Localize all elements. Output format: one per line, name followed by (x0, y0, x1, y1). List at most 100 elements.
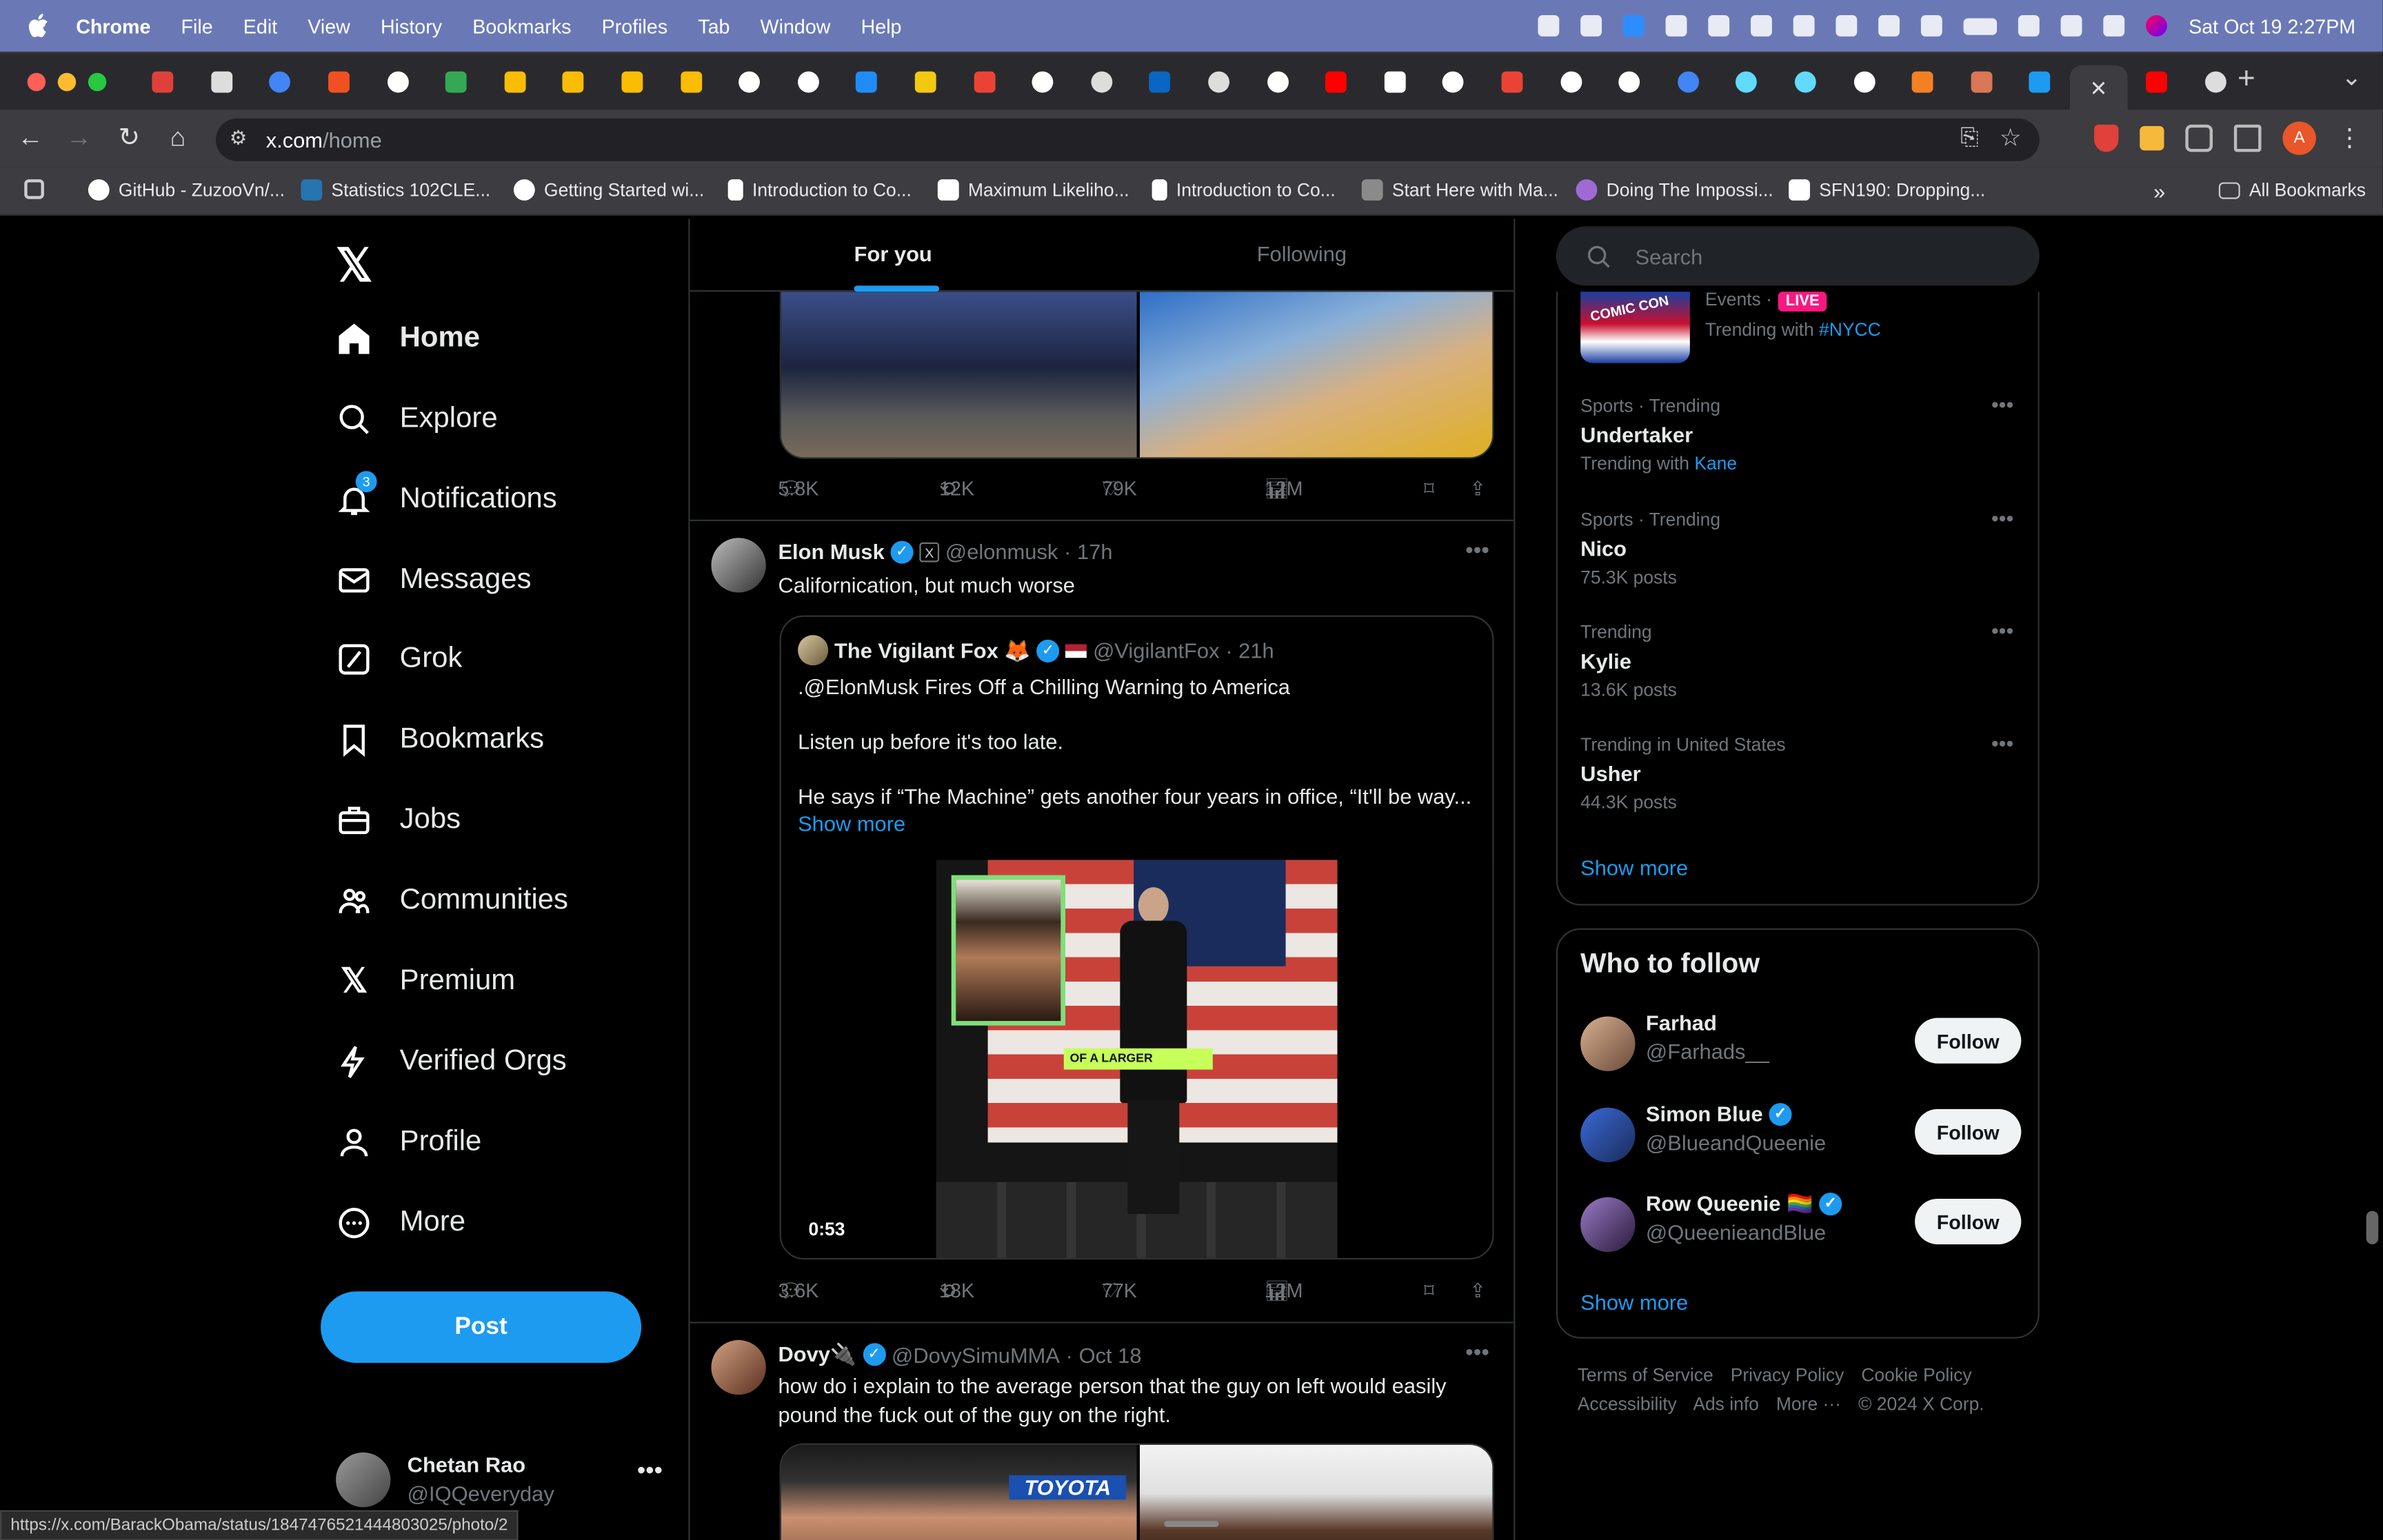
nav-premium[interactable]: 𝕏 Premium (334, 955, 515, 1007)
bookmark-icon[interactable]: ⌑ (1424, 477, 1434, 501)
bookmark-item[interactable]: Statistics 102CLE... (301, 179, 490, 201)
close-window-button[interactable] (27, 72, 46, 92)
profile-avatar[interactable]: A (2282, 121, 2316, 155)
author-handle[interactable]: @DovySimuMMA (892, 1342, 1060, 1366)
tweet-time[interactable]: · 17h (1064, 539, 1112, 563)
tweet-photo[interactable] (781, 292, 1137, 458)
footer-link[interactable]: Privacy Policy (1731, 1364, 1844, 1386)
nav-jobs[interactable]: Jobs (334, 795, 461, 847)
home-button-icon[interactable]: ⌂ (161, 121, 194, 154)
brave-shield-icon[interactable] (2094, 124, 2119, 152)
post-button[interactable]: Post (321, 1291, 642, 1363)
tab-following[interactable]: Following (1257, 241, 1347, 265)
more-dots-icon[interactable]: ••• (1991, 506, 2013, 530)
browser-tab[interactable] (134, 65, 192, 99)
menu-view[interactable]: View (308, 14, 350, 37)
footer-link[interactable]: Terms of Service (1578, 1364, 1713, 1386)
follow-button[interactable]: Follow (1915, 1108, 2022, 1155)
event-thumbnail[interactable]: COMIC CON (1580, 292, 1690, 363)
site-info-icon[interactable]: ⚙ (230, 126, 248, 150)
follow-suggestion[interactable]: Row Queenie 🏳️‍🌈 ✓ @QueenieandBlue Follow (1580, 1191, 2022, 1258)
status-app-icon[interactable] (1793, 15, 1815, 37)
status-app-icon[interactable] (1580, 15, 1602, 37)
apps-grid-icon[interactable] (24, 179, 44, 199)
more-dots-icon[interactable]: ••• (1465, 538, 1489, 563)
browser-tab[interactable] (1307, 65, 1365, 99)
bookmark-item[interactable]: Introduction to Co... (727, 179, 912, 201)
browser-tab[interactable] (721, 65, 779, 99)
share-icon[interactable]: ⇪ (1469, 1279, 1486, 1304)
zoom-window-button[interactable] (88, 72, 107, 92)
browser-tab[interactable] (661, 65, 720, 99)
tweet-media[interactable]: TOYOTA (779, 1443, 1494, 1540)
browser-tab[interactable] (779, 65, 838, 99)
tweet-time[interactable]: · Oct 18 (1066, 1342, 1142, 1366)
all-bookmarks-folder[interactable]: All Bookmarks (2218, 179, 2366, 201)
bookmark-item[interactable]: Getting Started wi... (513, 179, 704, 201)
event-trending[interactable]: Trending with #NYCC (1705, 319, 1881, 341)
x-logo-icon[interactable]: 𝕏 (336, 240, 372, 293)
browser-tab[interactable] (1776, 65, 1835, 99)
footer-link[interactable]: Ads info (1693, 1393, 1759, 1415)
browser-tab[interactable] (1718, 65, 1776, 99)
browser-tab[interactable] (1189, 65, 1248, 99)
bookmark-item[interactable]: Introduction to Co... (1152, 179, 1336, 201)
browser-tab[interactable] (896, 65, 955, 99)
quoted-tweet[interactable]: The Vigilant Fox 🦊 ✓ @VigilantFox · 21h … (779, 615, 1494, 1260)
menu-history[interactable]: History (381, 14, 442, 37)
footer-link[interactable]: Accessibility (1578, 1393, 1677, 1415)
share-icon[interactable]: ⇪ (1469, 477, 1486, 501)
more-dots-icon[interactable]: ••• (1991, 618, 2013, 642)
extensions-puzzle-icon[interactable] (2185, 124, 2213, 152)
browser-tab[interactable] (603, 65, 661, 99)
tab-for-you[interactable]: For you (854, 241, 932, 265)
tab-search-chevron-icon[interactable]: ⌄ (2341, 62, 2362, 92)
footer-link[interactable]: Cookie Policy (1861, 1364, 1971, 1386)
event-meta[interactable]: Events · LIVE (1705, 289, 1827, 312)
browser-tab[interactable] (1893, 65, 1952, 99)
nav-bookmarks[interactable]: Bookmarks (334, 714, 544, 766)
hashtag-link[interactable]: #NYCC (1819, 319, 1881, 341)
spotlight-icon[interactable] (2060, 15, 2082, 37)
status-app-icon[interactable] (1538, 15, 1560, 37)
siri-icon[interactable] (2146, 15, 2168, 37)
follow-button[interactable]: Follow (1915, 1198, 2022, 1245)
author-name[interactable]: Elon Musk (778, 539, 884, 563)
nav-notifications[interactable]: 3 Notifications (334, 471, 557, 526)
bookmark-item[interactable]: GitHub - ZuzooVn/... (88, 179, 285, 201)
media-controls-icon[interactable] (2233, 124, 2262, 152)
nav-profile[interactable]: Profile (334, 1117, 481, 1168)
browser-tab[interactable] (838, 65, 896, 99)
install-app-icon[interactable]: ⎘ (1960, 125, 1978, 150)
status-app-icon[interactable] (1836, 15, 1858, 37)
page-scrollbar[interactable] (2366, 1210, 2379, 1245)
browser-tab[interactable] (1600, 65, 1658, 99)
minimize-window-button[interactable] (57, 72, 77, 92)
browser-tab[interactable] (1835, 65, 1893, 99)
browser-tab[interactable] (368, 65, 427, 99)
status-app-icon[interactable] (1665, 15, 1687, 37)
apple-icon[interactable] (28, 13, 49, 38)
status-app-icon[interactable] (1751, 15, 1773, 37)
avatar[interactable] (711, 538, 766, 593)
tweet-media[interactable] (779, 292, 1494, 459)
browser-tab[interactable] (2011, 65, 2069, 99)
menu-bookmarks[interactable]: Bookmarks (472, 14, 571, 37)
follow-suggestion[interactable]: Simon Blue ✓ @BlueandQueenie Follow (1580, 1102, 2022, 1168)
menu-profiles[interactable]: Profiles (602, 14, 668, 37)
browser-tab[interactable] (485, 65, 544, 99)
nav-more[interactable]: More (334, 1197, 465, 1249)
browser-tab[interactable] (955, 65, 1014, 99)
follow-suggestion[interactable]: Farhad @Farhads__ Follow (1580, 1011, 2022, 1077)
active-browser-tab[interactable]: ✕ (2069, 65, 2129, 111)
menubar-clock[interactable]: Sat Oct 19 2:27PM (2189, 14, 2355, 37)
browser-tab[interactable] (1072, 65, 1131, 99)
browser-tab[interactable] (2186, 65, 2245, 99)
browser-tab[interactable] (1014, 65, 1072, 99)
status-app-icon[interactable] (1708, 15, 1730, 37)
close-tab-icon[interactable]: ✕ (2090, 75, 2108, 101)
show-more-link[interactable]: Show more (1580, 855, 1688, 880)
browser-tab[interactable] (1131, 65, 1189, 99)
bookmark-item[interactable]: Maximum Likeliho... (937, 179, 1129, 201)
zoom-icon[interactable] (1623, 15, 1645, 37)
